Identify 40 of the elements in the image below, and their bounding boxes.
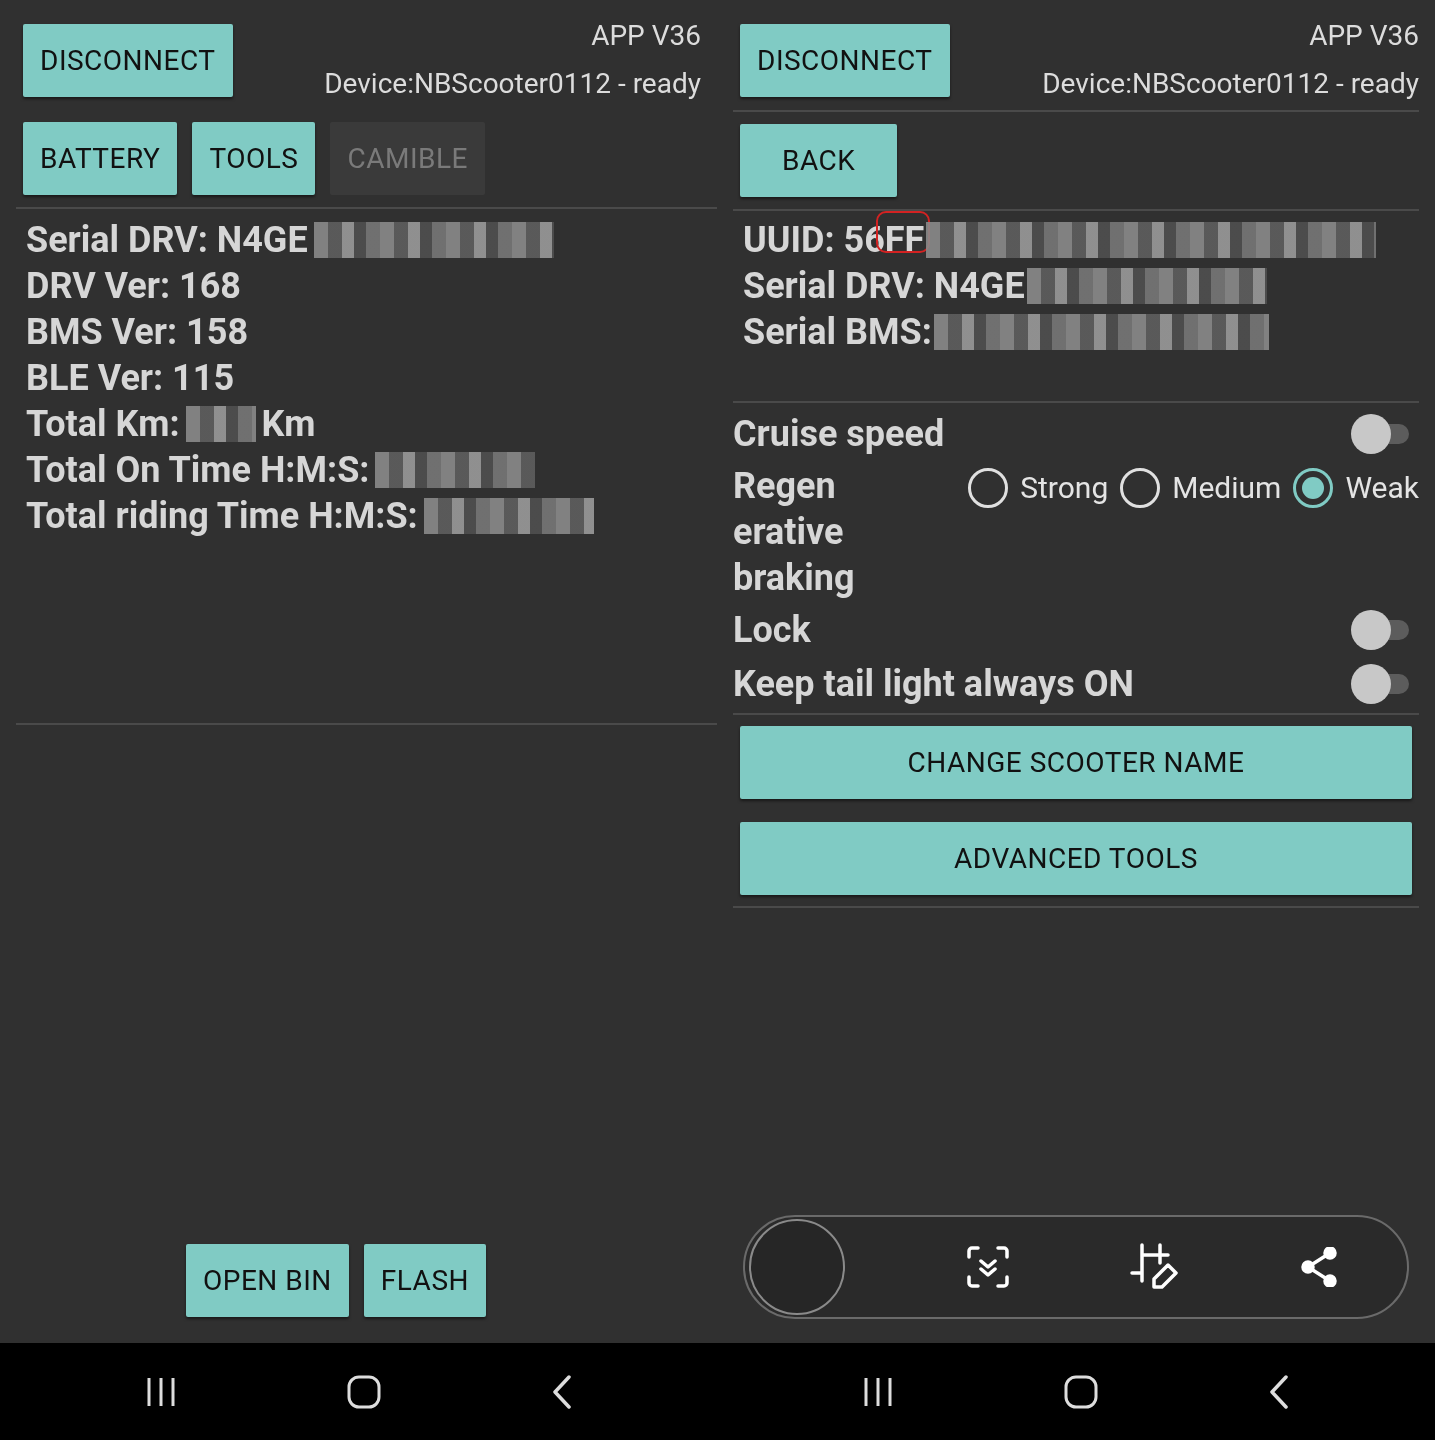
setting-label: Cruise speed [733,412,945,457]
info-line: Total Km: [26,402,180,447]
crop-edit-icon[interactable] [1130,1243,1181,1291]
setting-label: Keep tail light always ON [733,662,1134,707]
action-button[interactable]: ADVANCED TOOLS [740,822,1412,895]
info-line: Serial DRV: N4GE [743,265,1025,307]
radio-option[interactable]: Strong [968,465,1109,510]
info-line: BMS Ver: 158 [26,310,249,355]
info-line: Total riding Time H:M:S: [26,494,418,539]
info-line: BLE Ver: 115 [26,356,235,401]
radio-option[interactable]: Weak [1293,465,1419,510]
scan-icon[interactable] [965,1245,1010,1289]
back-icon[interactable] [1268,1374,1289,1409]
app-version: APP V36 [591,24,701,48]
recents-icon[interactable] [862,1376,895,1407]
setting-label: Regen erative braking [733,464,855,601]
action-button[interactable]: OPEN BIN [186,1244,349,1317]
share-icon[interactable] [1300,1247,1337,1287]
home-icon[interactable] [347,1374,382,1409]
tab-button[interactable]: BATTERY [23,122,178,195]
back-button[interactable]: BACK [740,124,898,197]
device-status: Device:NBScooter0112 - ready [1042,68,1419,100]
recents-icon[interactable] [145,1376,178,1407]
back-icon[interactable] [551,1374,572,1409]
home-icon[interactable] [1064,1374,1099,1409]
action-button[interactable]: CHANGE SCOOTER NAME [740,726,1412,799]
disconnect-button[interactable]: DISCONNECT [23,24,233,97]
setting-label: Lock [733,608,811,653]
info-line: Total On Time H:M:S: [26,448,370,493]
info-line: DRV Ver: 168 [26,264,241,309]
info-line: Serial DRV: N4GE [26,218,308,263]
tab-button[interactable]: TOOLS [192,122,316,195]
action-button[interactable]: FLASH [363,1244,486,1317]
unit-label: Km [261,402,316,447]
device-status: Device:NBScooter0112 - ready [324,68,701,100]
thumbnail-preview[interactable] [749,1219,845,1315]
info-line: Serial BMS: [743,311,932,353]
disconnect-button[interactable]: DISCONNECT [740,24,950,97]
app-version: APP V36 [1309,24,1419,48]
radio-option[interactable]: Medium [1120,465,1282,510]
